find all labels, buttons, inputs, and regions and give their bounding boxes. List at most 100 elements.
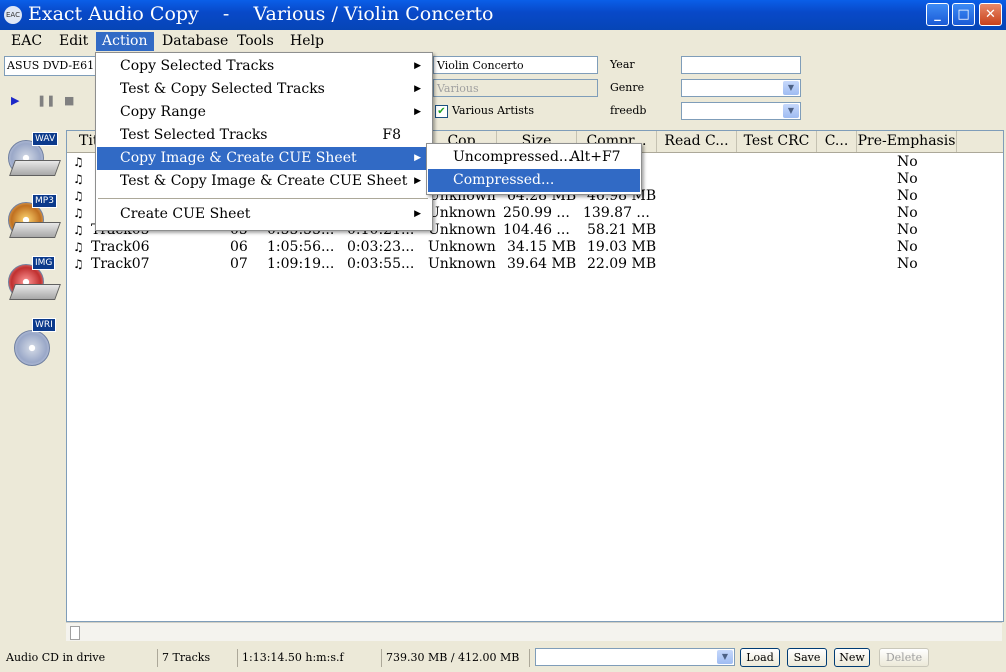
cd-write-button[interactable]: WRI (6, 316, 58, 368)
submenu-arrow-icon: ▶ (414, 107, 421, 117)
drive-graphic (9, 284, 61, 300)
freedb-label: freedb (610, 104, 647, 117)
track-pre-emphasis: No (897, 256, 918, 272)
submenu-arrow-icon: ▶ (414, 61, 421, 71)
menu-item-test-copy-selected-tracks[interactable]: Test & Copy Selected Tracks ▶ (97, 78, 431, 101)
music-note-icon: ♫ (73, 155, 84, 169)
mp3-compress-button[interactable]: MP3 (6, 192, 61, 244)
column-test-crc[interactable]: Test CRC (737, 131, 817, 152)
minimize-button[interactable]: _ (926, 3, 949, 26)
track-size: 104.46 ... (503, 222, 570, 238)
track-pre-emphasis: No (897, 171, 918, 187)
track-start: 1:05:56... (267, 239, 335, 255)
load-button[interactable]: Load (740, 648, 780, 667)
genre-combo[interactable]: ▼ (681, 79, 801, 97)
track-compressed: 139.87 ... (583, 205, 650, 221)
track-number: 07 (230, 256, 248, 272)
menu-tools[interactable]: Tools (231, 32, 280, 51)
track-name: Track07 (91, 256, 150, 272)
wav-extract-button[interactable]: WAV (6, 130, 61, 182)
submenu-arrow-icon: ▶ (414, 153, 421, 163)
freedb-combo[interactable]: ▼ (681, 102, 801, 120)
column-c[interactable]: C... (817, 131, 857, 152)
track-size: 39.64 MB (507, 256, 577, 272)
total-length: 1:13:14.50 h:m:s.f (238, 649, 382, 667)
total-size: 739.30 MB / 412.00 MB (382, 649, 530, 667)
track-start: 1:09:19... (267, 256, 335, 272)
various-artists-checkbox[interactable]: ✔ (435, 105, 448, 118)
cd-artist-field[interactable]: Various (433, 79, 598, 97)
track-pre-emphasis: No (897, 222, 918, 238)
menu-item-label: Copy Range (120, 104, 206, 120)
music-note-icon: ♫ (73, 172, 84, 186)
menu-eac[interactable]: EAC (5, 32, 48, 51)
track-name: Track06 (91, 239, 150, 255)
column-pre-emphasis[interactable]: Pre-Emphasis (857, 131, 957, 152)
window-title: Exact Audio Copy - Various / Violin Conc… (28, 3, 494, 25)
track-copy: Unknown (428, 222, 496, 238)
delete-button[interactable]: Delete (879, 648, 929, 667)
track-pre-emphasis: No (897, 239, 918, 255)
save-button[interactable]: Save (787, 648, 827, 667)
pause-icon[interactable]: ❚❚ (37, 94, 55, 107)
submenu-item-uncompressed[interactable]: Uncompressed... Alt+F7 (428, 146, 640, 169)
music-note-icon: ♫ (73, 240, 84, 254)
new-button[interactable]: New (834, 648, 870, 667)
track-number: 06 (230, 239, 248, 255)
column-read-crc[interactable]: Read C... (657, 131, 737, 152)
track-pre-emphasis: No (897, 205, 918, 221)
menu-item-label: Test & Copy Image & Create CUE Sheet (120, 173, 408, 189)
maximize-button[interactable]: □ (952, 3, 975, 26)
music-note-icon: ♫ (73, 223, 84, 237)
track-compressed: 22.09 MB (587, 256, 657, 272)
menu-help[interactable]: Help (284, 32, 330, 51)
menu-item-label: Copy Image & Create CUE Sheet (120, 150, 357, 166)
img-badge: IMG (32, 256, 56, 270)
menu-database[interactable]: Database (156, 32, 234, 51)
drive-select[interactable]: ASUS DVD-E61 (4, 56, 100, 76)
menu-item-copy-range[interactable]: Copy Range ▶ (97, 101, 431, 124)
chevron-down-icon[interactable]: ▼ (783, 81, 799, 95)
music-note-icon: ♫ (73, 189, 84, 203)
track-size: 34.15 MB (507, 239, 577, 255)
track-compressed: 58.21 MB (587, 222, 657, 238)
menu-item-test-selected-tracks[interactable]: Test Selected Tracks F8 (97, 124, 431, 147)
track-length: 0:03:23... (347, 239, 415, 255)
submenu-arrow-icon: ▶ (414, 209, 421, 219)
various-artists-label: Various Artists (452, 104, 534, 117)
play-icon[interactable]: ▶ (11, 94, 19, 107)
close-button[interactable]: ✕ (979, 3, 1002, 26)
menu-item-copy-selected-tracks[interactable]: Copy Selected Tracks ▶ (97, 55, 431, 78)
submenu-item-label: Uncompressed... (453, 149, 573, 165)
eac-app-icon[interactable]: EAC (4, 6, 22, 24)
chevron-down-icon[interactable]: ▼ (783, 104, 799, 118)
title-bar: EAC Exact Audio Copy - Various / Violin … (0, 0, 1006, 30)
track-compressed: 19.03 MB (587, 239, 657, 255)
submenu-arrow-icon: ▶ (414, 176, 421, 186)
menu-edit[interactable]: Edit (53, 32, 94, 51)
menu-item-copy-image-cue[interactable]: Copy Image & Create CUE Sheet ▶ (97, 147, 431, 170)
image-copy-button[interactable]: IMG (6, 254, 61, 306)
cd-title-field[interactable]: Violin Concerto (433, 56, 598, 74)
horizontal-scrollbar[interactable] (66, 622, 1002, 641)
track-copy: Unknown (428, 239, 496, 255)
track-row[interactable]: ♫ Track06 06 1:05:56... 0:03:23... Unkno… (67, 239, 1003, 256)
menu-item-create-cue-sheet[interactable]: Create CUE Sheet ▶ (97, 203, 431, 226)
menu-item-label: Copy Selected Tracks (120, 58, 275, 74)
track-row[interactable]: ♫ Track07 07 1:09:19... 0:03:55... Unkno… (67, 256, 1003, 273)
track-count: 7 Tracks (158, 649, 238, 667)
profile-combo[interactable]: ▼ (535, 648, 735, 666)
menu-item-shortcut: F8 (382, 127, 401, 143)
menu-action[interactable]: Action (96, 32, 154, 51)
year-field[interactable] (681, 56, 801, 74)
submenu-item-compressed[interactable]: Compressed... (428, 169, 640, 192)
action-menu: Copy Selected Tracks ▶ Test & Copy Selec… (95, 52, 433, 231)
chevron-down-icon[interactable]: ▼ (717, 650, 733, 664)
drive-graphic (9, 160, 61, 176)
stop-icon[interactable]: ■ (64, 94, 74, 107)
cd-write-icon (14, 330, 50, 366)
drive-graphic (9, 222, 61, 238)
scroll-thumb[interactable] (70, 626, 80, 640)
menu-item-test-copy-image-cue[interactable]: Test & Copy Image & Create CUE Sheet ▶ (97, 170, 431, 193)
menu-item-label: Create CUE Sheet (120, 206, 251, 222)
